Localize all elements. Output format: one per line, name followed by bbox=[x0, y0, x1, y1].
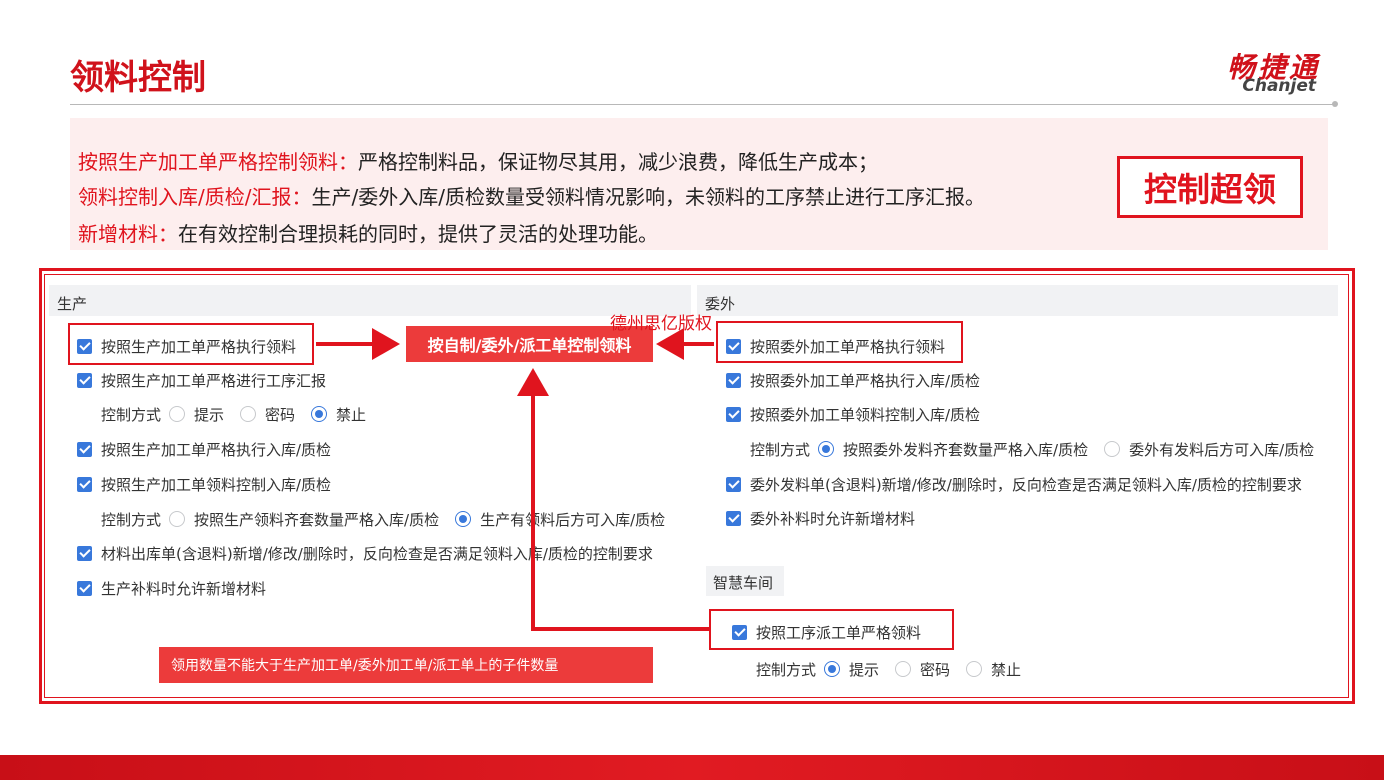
control-mode-label: 控制方式 bbox=[101, 405, 162, 424]
checkbox-row-prod-reverse-check[interactable]: 材料出库单(含退料)新增/修改/删除时，反向检查是否满足领料入库/质检的控制要求 bbox=[77, 543, 653, 563]
checkbox-checked-icon[interactable] bbox=[77, 372, 92, 388]
radio-checked-icon[interactable] bbox=[311, 406, 328, 422]
description-line: 新增材料：在有效控制合理损耗的同时，提供了灵活的处理功能。 bbox=[78, 218, 658, 247]
checkbox-row-out-strict-inbound[interactable]: 按照委外加工单严格执行入库/质检 bbox=[726, 370, 980, 390]
section-header-workshop: 智慧车间 bbox=[706, 566, 784, 596]
description-key: 领料控制入库/质检/汇报： bbox=[78, 185, 312, 209]
radio-unchecked-icon[interactable] bbox=[966, 661, 983, 677]
radio-unchecked-icon[interactable] bbox=[1104, 441, 1121, 457]
highlight-ws-picking bbox=[709, 609, 954, 650]
radio-unchecked-icon[interactable] bbox=[169, 406, 186, 422]
radio-option-after-issue[interactable]: 委外有发料后方可入库/质检 bbox=[1104, 439, 1314, 460]
checkbox-label: 生产补料时允许新增材料 bbox=[101, 579, 267, 598]
checkbox-checked-icon[interactable] bbox=[77, 545, 92, 561]
radio-unchecked-icon[interactable] bbox=[240, 406, 257, 422]
description-text: 严格控制料品，保证物尽其用，减少浪费，降低生产成本； bbox=[358, 150, 878, 174]
radio-checked-icon[interactable] bbox=[455, 511, 472, 527]
copyright-watermark: 德州思亿版权 bbox=[610, 314, 712, 334]
checkbox-label: 按照委外加工单领料控制入库/质检 bbox=[750, 405, 981, 424]
control-overuse-badge: 控制超领 bbox=[1117, 156, 1303, 218]
radio-label: 提示 bbox=[194, 405, 225, 424]
section-header-outsourcing: 委外 bbox=[697, 285, 1338, 316]
description-key: 按照生产加工单严格控制领料： bbox=[78, 150, 358, 174]
checkbox-row-prod-picking-control-inbound[interactable]: 按照生产加工单领料控制入库/质检 bbox=[77, 474, 331, 494]
description-text: 生产/委外入库/质检数量受领料情况影响，未领料的工序禁止进行工序汇报。 bbox=[311, 185, 985, 209]
checkbox-row-prod-strict-inbound[interactable]: 按照生产加工单严格执行入库/质检 bbox=[77, 439, 331, 459]
checkbox-row-out-picking-control-inbound[interactable]: 按照委外加工单领料控制入库/质检 bbox=[726, 404, 980, 424]
page-title: 领料控制 bbox=[70, 58, 206, 98]
radio-label: 禁止 bbox=[336, 405, 367, 424]
description-line: 领料控制入库/质检/汇报：生产/委外入库/质检数量受领料情况影响，未领料的工序禁… bbox=[78, 181, 985, 210]
description-text: 在有效控制合理损耗的同时，提供了灵活的处理功能。 bbox=[178, 222, 658, 246]
radio-label: 委外有发料后方可入库/质检 bbox=[1129, 440, 1315, 459]
radio-checked-icon[interactable] bbox=[824, 661, 841, 677]
checkbox-checked-icon[interactable] bbox=[726, 406, 741, 422]
highlight-out-picking bbox=[716, 321, 963, 363]
logo-english-text: Chanjet bbox=[1242, 76, 1316, 96]
checkbox-row-out-allow-new-material[interactable]: 委外补料时允许新增材料 bbox=[726, 508, 915, 528]
checkbox-label: 按照生产加工单严格进行工序汇报 bbox=[101, 371, 327, 390]
radio-option-kit-quantity[interactable]: 按照委外发料齐套数量严格入库/质检 bbox=[818, 439, 1088, 460]
description-key: 新增材料： bbox=[78, 222, 178, 246]
radio-option-password[interactable]: 密码 bbox=[240, 404, 295, 425]
radio-checked-icon[interactable] bbox=[818, 441, 835, 457]
checkbox-checked-icon[interactable] bbox=[726, 510, 741, 526]
radio-label: 提示 bbox=[849, 660, 880, 679]
highlight-prod-picking bbox=[68, 323, 314, 365]
checkbox-label: 按照委外加工单严格执行入库/质检 bbox=[750, 371, 981, 390]
checkbox-checked-icon[interactable] bbox=[77, 441, 92, 457]
checkbox-label: 委外发料单(含退料)新增/修改/删除时，反向检查是否满足领料入库/质检的控制要求 bbox=[750, 475, 1302, 494]
radio-label: 按照委外发料齐套数量严格入库/质检 bbox=[843, 440, 1089, 459]
radio-option-forbid[interactable]: 禁止 bbox=[311, 404, 366, 425]
radio-group-ws-mode: 控制方式 提示 密码 禁止 bbox=[756, 659, 1037, 679]
checkbox-checked-icon[interactable] bbox=[726, 476, 741, 492]
radio-label: 按照生产领料齐套数量严格入库/质检 bbox=[194, 510, 440, 529]
title-divider bbox=[70, 104, 1336, 105]
divider-dot bbox=[1332, 101, 1338, 107]
radio-unchecked-icon[interactable] bbox=[895, 661, 912, 677]
radio-option-prompt[interactable]: 提示 bbox=[824, 659, 879, 680]
checkbox-label: 材料出库单(含退料)新增/修改/删除时，反向检查是否满足领料入库/质检的控制要求 bbox=[101, 544, 653, 563]
radio-label: 禁止 bbox=[991, 660, 1022, 679]
checkbox-label: 按照生产加工单领料控制入库/质检 bbox=[101, 475, 332, 494]
checkbox-row-prod-strict-report[interactable]: 按照生产加工单严格进行工序汇报 bbox=[77, 370, 326, 390]
description-line: 按照生产加工单严格控制领料：严格控制料品，保证物尽其用，减少浪费，降低生产成本； bbox=[78, 146, 878, 175]
radio-option-password[interactable]: 密码 bbox=[895, 659, 950, 680]
section-header-production: 生产 bbox=[49, 285, 691, 316]
radio-option-prompt[interactable]: 提示 bbox=[169, 404, 224, 425]
radio-label: 生产有领料后方可入库/质检 bbox=[480, 510, 666, 529]
quantity-note-callout: 领用数量不能大于生产加工单/委外加工单/派工单上的子件数量 bbox=[159, 647, 653, 683]
radio-group-prod-inbound-mode: 控制方式 按照生产领料齐套数量严格入库/质检 生产有领料后方可入库/质检 bbox=[101, 509, 681, 529]
radio-option-forbid[interactable]: 禁止 bbox=[966, 659, 1021, 680]
checkbox-label: 按照生产加工单严格执行入库/质检 bbox=[101, 440, 332, 459]
control-mode-label: 控制方式 bbox=[750, 440, 811, 459]
radio-label: 密码 bbox=[265, 405, 296, 424]
radio-option-kit-quantity[interactable]: 按照生产领料齐套数量严格入库/质检 bbox=[169, 509, 439, 530]
checkbox-checked-icon[interactable] bbox=[726, 372, 741, 388]
checkbox-label: 委外补料时允许新增材料 bbox=[750, 509, 916, 528]
checkbox-checked-icon[interactable] bbox=[77, 580, 92, 596]
footer-bar bbox=[0, 755, 1384, 780]
radio-group-out-inbound-mode: 控制方式 按照委外发料齐套数量严格入库/质检 委外有发料后方可入库/质检 bbox=[750, 439, 1330, 459]
checkbox-checked-icon[interactable] bbox=[77, 476, 92, 492]
radio-label: 密码 bbox=[920, 660, 951, 679]
control-mode-label: 控制方式 bbox=[756, 660, 817, 679]
checkbox-row-prod-allow-new-material[interactable]: 生产补料时允许新增材料 bbox=[77, 578, 266, 598]
control-mode-label: 控制方式 bbox=[101, 510, 162, 529]
checkbox-row-out-reverse-check[interactable]: 委外发料单(含退料)新增/修改/删除时，反向检查是否满足领料入库/质检的控制要求 bbox=[726, 474, 1302, 494]
radio-option-after-picking[interactable]: 生产有领料后方可入库/质检 bbox=[455, 509, 665, 530]
radio-unchecked-icon[interactable] bbox=[169, 511, 186, 527]
chanjet-logo: 畅捷通 Chanjet bbox=[1186, 46, 1320, 98]
radio-group-prod-report-mode: 控制方式 提示 密码 禁止 bbox=[101, 404, 382, 424]
